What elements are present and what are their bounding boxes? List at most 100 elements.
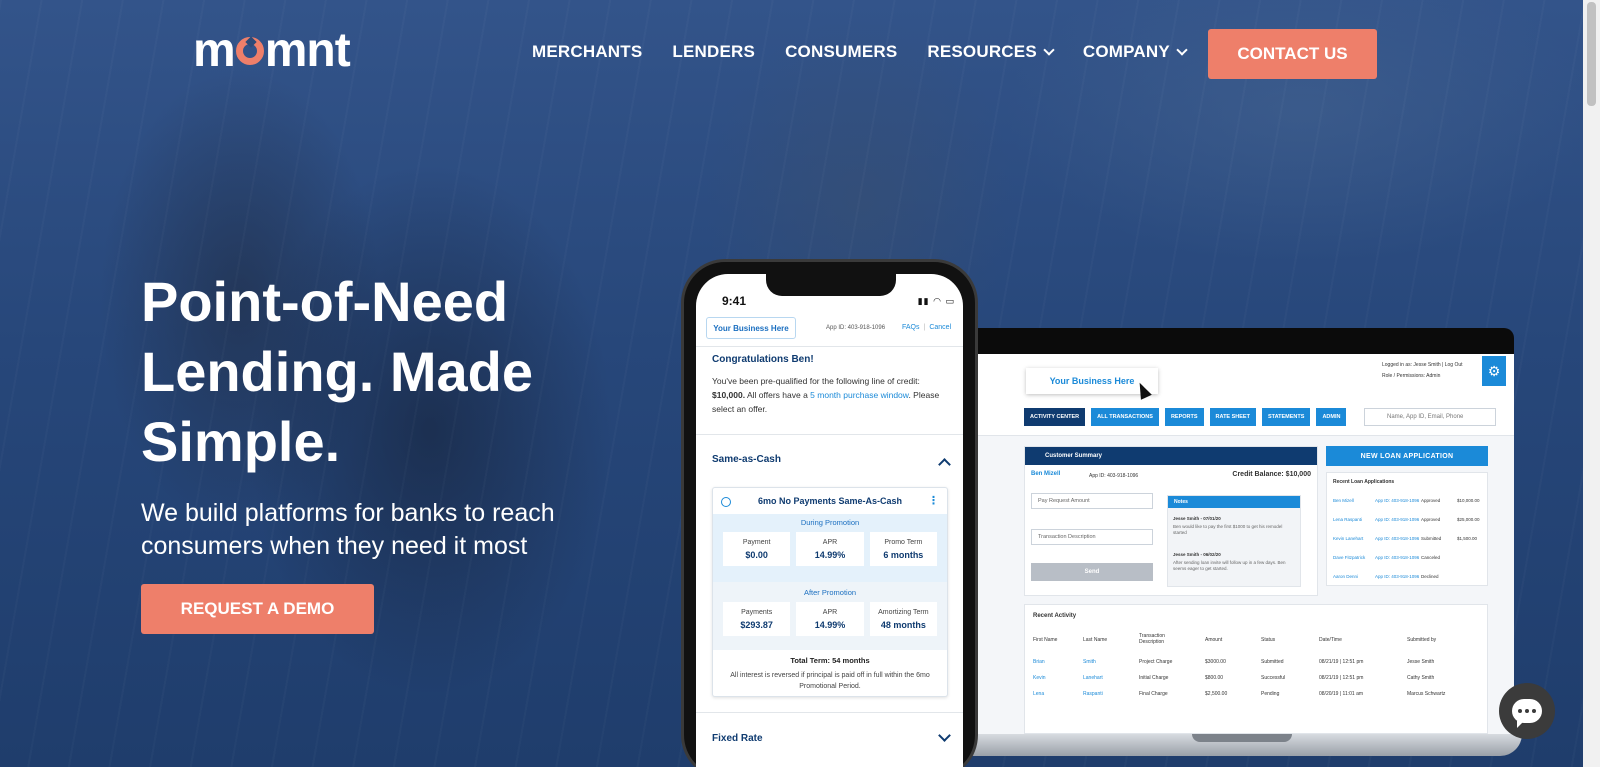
tab-reports[interactable]: REPORTS [1164,408,1204,426]
col-last-name: Last Name [1083,637,1108,643]
activity-desc: Initial Charge [1139,675,1169,681]
tab-statements[interactable]: STATEMENTS [1261,408,1311,426]
activity-status: Pending [1261,691,1280,697]
activity-first[interactable]: Brian [1033,659,1045,665]
prequal-text-2: All offers have a [747,390,808,400]
activity-last[interactable]: Smith [1083,659,1096,665]
kebab-menu-icon[interactable]: ⋮ [928,494,939,507]
tab-all-transactions[interactable]: ALL TRANSACTIONS [1091,408,1159,426]
offer-card[interactable]: 6mo No Payments Same-As-Cash ⋮ During Pr… [712,487,948,697]
nav-company[interactable]: COMPANY [1082,42,1188,62]
loan-name[interactable]: Ben Mizell [1333,498,1354,503]
loan-name[interactable]: Aaron Denni [1333,574,1358,579]
gear-icon[interactable]: ⚙ [1482,356,1506,386]
pay-request-input[interactable]: Pay Request Amount [1031,493,1153,509]
nav-company-label: COMPANY [1082,42,1170,61]
link-divider: | [923,324,926,331]
col-description: Transaction Description [1139,633,1165,645]
after-payments-value: $293.87 [740,619,773,630]
activity-date: 08/21/19 | 12:51 pm [1319,675,1364,681]
phone-app-id: App ID: 403-918-1096 [826,325,886,331]
loan-name[interactable]: Dave Fitzpatrick [1333,555,1365,560]
after-apr: APR 14.99% [796,602,864,636]
activity-desc: Final Charge [1139,691,1168,697]
during-payment-label: Payment [742,538,771,546]
col-date: Date/Time [1319,637,1342,643]
nav-merchants[interactable]: MERCHANTS [532,42,642,62]
contact-us-button[interactable]: CONTACT US [1208,29,1377,79]
send-button[interactable]: Send [1031,563,1153,581]
activity-last[interactable]: Raspanti [1083,691,1103,697]
request-demo-button[interactable]: REQUEST A DEMO [141,584,374,634]
chevron-down-icon [1176,43,1188,56]
loan-amount: $1,500.00 [1457,536,1478,541]
after-values: Payments $293.87 APR 14.99% Amortizing Ter… [723,602,937,636]
activity-last[interactable]: Lanehart [1083,675,1103,681]
during-apr-label: APR [822,538,838,546]
after-term-value: 48 months [880,619,926,630]
laptop-login-info: Logged in as: Jesse Smith | Log Out Role… [1382,360,1478,382]
momnt-logo[interactable]: m mnt [193,26,351,76]
signal-wifi-battery-icon: ▮▮ ◠ ▭ [917,296,955,306]
chevron-up-icon[interactable] [938,458,951,471]
same-as-cash-heading[interactable]: Same-as-Cash [712,454,781,465]
laptop-notch [1192,734,1292,742]
tab-admin[interactable]: ADMIN [1316,408,1347,426]
customer-name[interactable]: Ben Mizell [1031,471,1060,477]
nav-lenders[interactable]: LENDERS [672,42,755,62]
transaction-description-select[interactable]: Transaction Description [1031,529,1153,545]
purchase-window-link[interactable]: 5 month purchase window [810,390,908,400]
credit-balance: Credit Balance: $10,000 [1232,471,1311,478]
col-first-name: First Name [1033,637,1058,643]
during-term-label: Promo Term [884,538,923,546]
tab-activity-center[interactable]: ACTIVITY CENTER [1024,408,1086,426]
laptop-search-input[interactable]: Name, App ID, Email, Phone [1364,408,1496,426]
activity-amount: $3000.00 [1205,659,1226,665]
activity-first[interactable]: Lena [1033,691,1044,697]
scrollbar-thumb[interactable] [1587,2,1596,106]
phone-notch [766,274,896,296]
activity-first[interactable]: Kevin [1033,675,1046,681]
faqs-link[interactable]: FAQs [902,324,920,331]
activity-status: Successful [1261,675,1286,681]
laptop-tabs: ACTIVITY CENTER ALL TRANSACTIONS REPORTS… [1024,408,1347,426]
recent-loans-title: Recent Loan Applications [1333,479,1395,485]
col-submitted-by: Submitted by [1407,637,1437,643]
nav-consumers[interactable]: CONSUMERS [785,42,897,62]
during-promotion-panel: During Promotion Payment $0.00 APR 14.99% … [713,514,947,582]
chat-button[interactable] [1499,683,1555,739]
loan-amount: $10,000.00 [1457,498,1480,503]
credit-amount: $10,000. [712,390,746,400]
nav-resources[interactable]: RESOURCES [927,42,1055,62]
phone-screen: 9:41 ▮▮ ◠ ▭ Your Business Here App ID: 4… [696,274,963,767]
chevron-down-icon[interactable] [938,729,951,742]
prequal-text-1: You've been pre-qualified for the follow… [712,376,920,386]
after-promotion-label: After Promotion [803,588,857,597]
new-loan-application-button[interactable]: NEW LOAN APPLICATION [1326,446,1488,466]
loan-app: App ID: 403-918-1096 [1375,574,1420,579]
after-apr-label: APR [822,608,838,616]
customer-app-id: App ID: 403-918-1096 [1089,473,1139,479]
loan-status: Canceled [1421,555,1441,560]
activity-desc: Project Charge [1139,659,1173,665]
loan-app: App ID: 403-918-1096 [1375,498,1420,503]
activity-amount: $2,500.00 [1205,691,1228,697]
notes-header: Notes [1168,496,1300,508]
note-2-head: Jesse Smith - 06/02/20 [1173,552,1221,557]
divider [696,346,963,347]
notes-card: Notes Jesse Smith - 07/01/20 Ben would l… [1167,495,1301,587]
congrats-heading: Congratulations Ben! [712,354,814,365]
loan-name[interactable]: Lena Raspanti [1333,517,1362,522]
during-apr-value: 14.99% [814,549,846,560]
phone-links: FAQs | Cancel [902,324,951,331]
fixed-rate-heading[interactable]: Fixed Rate [712,733,763,744]
cancel-link[interactable]: Cancel [929,324,951,331]
page-scrollbar[interactable] [1583,0,1600,767]
tab-rate-sheet[interactable]: RATE SHEET [1209,408,1256,426]
loan-status: Approved [1421,517,1441,522]
col-amount: Amount [1205,637,1223,643]
loan-name[interactable]: Kevin Lanehart [1333,536,1363,541]
during-promotion-label: During Promotion [800,518,860,527]
chat-bubble-icon [1512,699,1542,728]
nav-merchants-label: MERCHANTS [532,42,643,61]
